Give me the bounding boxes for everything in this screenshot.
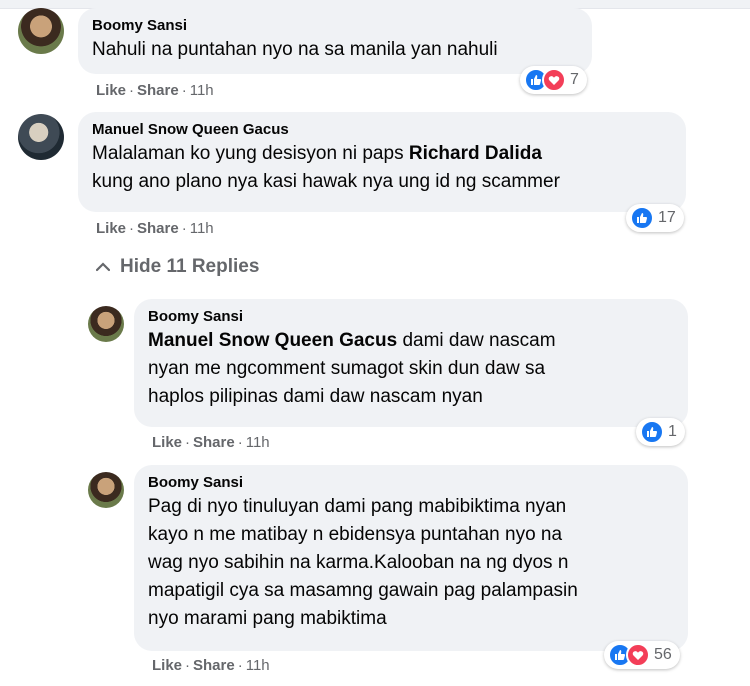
- separator: ·: [129, 82, 135, 99]
- avatar[interactable]: [18, 8, 64, 54]
- share-link[interactable]: Share: [137, 220, 179, 237]
- separator: ·: [129, 220, 135, 237]
- reaction-count: 56: [654, 646, 672, 663]
- separator: ·: [181, 220, 187, 237]
- like-link[interactable]: Like: [96, 220, 126, 237]
- reply-text: Pag di nyo tinuluyan dami pang mabibikti…: [148, 496, 578, 629]
- avatar[interactable]: [88, 306, 124, 342]
- reaction-count: 17: [658, 209, 676, 226]
- timestamp[interactable]: 11h: [190, 82, 214, 99]
- separator: ·: [181, 82, 187, 99]
- hide-replies-button[interactable]: Hide 11 Replies: [95, 256, 260, 278]
- share-link[interactable]: Share: [193, 434, 235, 451]
- reply-text: Manuel Snow Queen Gacus dami daw nascam …: [148, 330, 556, 407]
- reaction-summary[interactable]: 7: [520, 66, 587, 94]
- chevron-up-icon: [95, 259, 111, 275]
- separator: ·: [237, 657, 243, 674]
- reaction-summary[interactable]: 17: [626, 204, 684, 232]
- reply-bubble: Boomy Sansi Pag di nyo tinuluyan dami pa…: [134, 465, 688, 651]
- reply-actions: Like · Share · 11h: [152, 657, 270, 674]
- comment-actions: Like · Share · 11h: [96, 220, 214, 237]
- reply-author[interactable]: Boomy Sansi: [148, 307, 674, 327]
- comment-author[interactable]: Boomy Sansi: [92, 16, 578, 36]
- reaction-count: 1: [668, 423, 677, 440]
- mention-link[interactable]: Richard Dalida: [409, 143, 542, 164]
- comment-text: Malalaman ko yung desisyon ni paps Richa…: [92, 143, 560, 192]
- separator: ·: [185, 434, 191, 451]
- timestamp[interactable]: 11h: [190, 220, 214, 237]
- share-link[interactable]: Share: [193, 657, 235, 674]
- reaction-count: 7: [570, 71, 579, 88]
- love-reaction-icon: [626, 643, 650, 667]
- reply-author[interactable]: Boomy Sansi: [148, 473, 674, 493]
- comment-actions: Like · Share · 11h: [96, 82, 214, 99]
- like-link[interactable]: Like: [96, 82, 126, 99]
- comment-author[interactable]: Manuel Snow Queen Gacus: [92, 120, 672, 140]
- share-link[interactable]: Share: [137, 82, 179, 99]
- like-reaction-icon: [630, 206, 654, 230]
- love-reaction-icon: [542, 68, 566, 92]
- separator: ·: [237, 434, 243, 451]
- separator: ·: [185, 657, 191, 674]
- comment-bubble: Boomy Sansi Nahuli na puntahan nyo na sa…: [78, 8, 592, 74]
- comment-bubble: Manuel Snow Queen Gacus Malalaman ko yun…: [78, 112, 686, 212]
- avatar[interactable]: [18, 114, 64, 160]
- reply-actions: Like · Share · 11h: [152, 434, 270, 451]
- comment-text: Nahuli na puntahan nyo na sa manila yan …: [92, 39, 498, 60]
- avatar[interactable]: [88, 472, 124, 508]
- like-link[interactable]: Like: [152, 657, 182, 674]
- mention-link[interactable]: Manuel Snow Queen Gacus: [148, 330, 397, 351]
- timestamp[interactable]: 11h: [246, 657, 270, 674]
- reply-bubble: Boomy Sansi Manuel Snow Queen Gacus dami…: [134, 299, 688, 427]
- reaction-summary[interactable]: 1: [636, 418, 685, 446]
- like-link[interactable]: Like: [152, 434, 182, 451]
- hide-replies-label: Hide 11 Replies: [120, 256, 260, 277]
- timestamp[interactable]: 11h: [246, 434, 270, 451]
- reaction-summary[interactable]: 56: [604, 641, 680, 669]
- like-reaction-icon: [640, 420, 664, 444]
